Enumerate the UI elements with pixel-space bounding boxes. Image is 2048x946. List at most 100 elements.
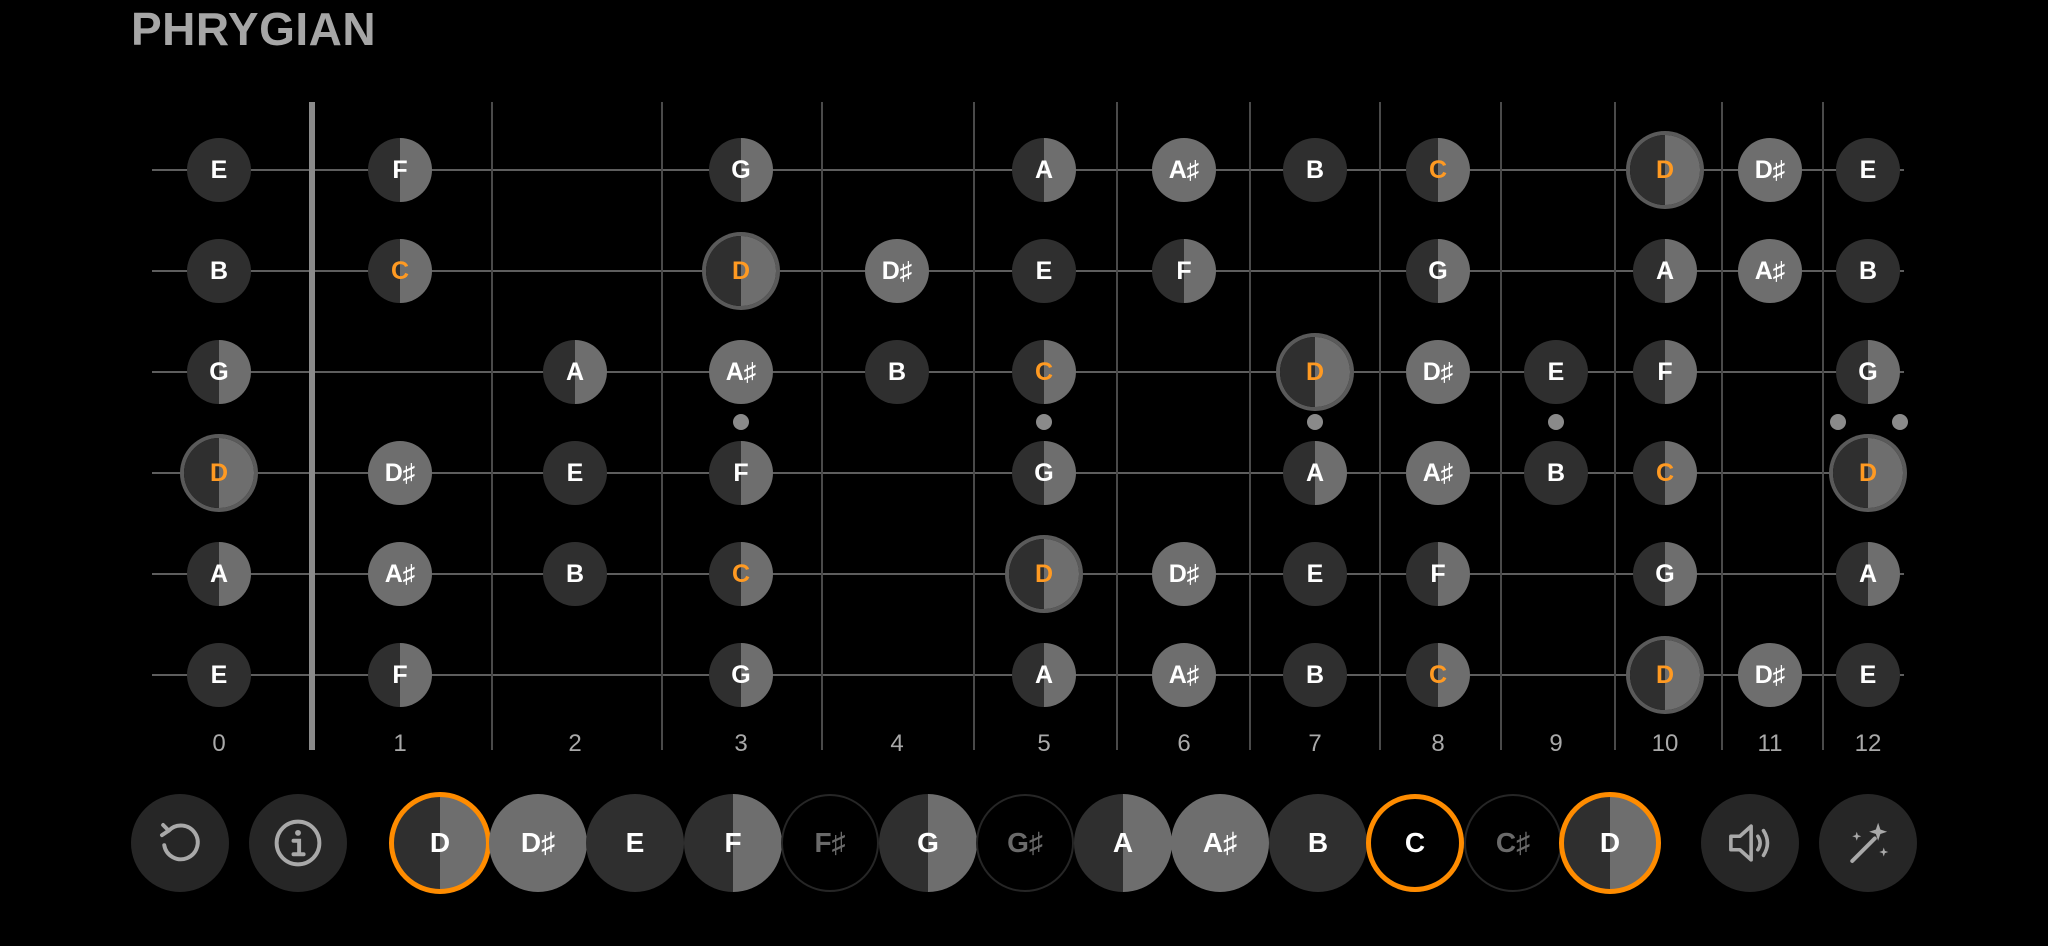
note-g-fret-9[interactable]: E: [1524, 340, 1588, 404]
note-g-fret-3[interactable]: A♯: [709, 340, 773, 404]
note-high-e-fret-11[interactable]: D♯: [1738, 138, 1802, 202]
fret-wire: [1822, 102, 1824, 750]
note-high-e-fret-7[interactable]: B: [1283, 138, 1347, 202]
note-low-e-fret-10[interactable]: D: [1630, 640, 1700, 710]
note-d-fret-1[interactable]: D♯: [368, 441, 432, 505]
note-label: E: [1859, 660, 1877, 689]
fret-wire: [1116, 102, 1118, 750]
note-low-e-fret-12[interactable]: E: [1836, 643, 1900, 707]
scale-note-button-6[interactable]: G♯: [976, 794, 1074, 892]
note-d-fret-7[interactable]: A: [1283, 441, 1347, 505]
magic-button[interactable]: [1819, 794, 1917, 892]
note-g-fret-4[interactable]: B: [865, 340, 929, 404]
note-high-e-fret-6[interactable]: A♯: [1152, 138, 1216, 202]
scale-note-button-11[interactable]: C♯: [1464, 794, 1562, 892]
note-label: E: [1035, 256, 1053, 285]
note-g-fret-10[interactable]: F: [1633, 340, 1697, 404]
fret-number: 11: [1757, 730, 1783, 757]
note-a-fret-5[interactable]: D: [1009, 539, 1079, 609]
scale-note-button-9[interactable]: B: [1269, 794, 1367, 892]
scale-note-label: C: [1404, 827, 1426, 858]
note-d-fret-12[interactable]: D: [1833, 438, 1903, 508]
note-a-fret-7[interactable]: E: [1283, 542, 1347, 606]
note-d-fret-9[interactable]: B: [1524, 441, 1588, 505]
fret-wire: [1721, 102, 1723, 750]
note-d-fret-8[interactable]: A♯: [1406, 441, 1470, 505]
note-a-fret-2[interactable]: B: [543, 542, 607, 606]
note-label: B: [1305, 155, 1325, 184]
note-g-fret-12[interactable]: G: [1836, 340, 1900, 404]
scale-note-button-3[interactable]: F: [684, 794, 782, 892]
note-b-fret-4[interactable]: D♯: [865, 239, 929, 303]
note-label: F: [733, 458, 749, 487]
note-b-fret-8[interactable]: G: [1406, 239, 1470, 303]
note-high-e-fret-10[interactable]: D: [1630, 135, 1700, 205]
note-b-fret-3[interactable]: D: [706, 236, 776, 306]
note-high-e-fret-8[interactable]: C: [1406, 138, 1470, 202]
note-a-fret-3[interactable]: C: [709, 542, 773, 606]
note-label: A: [1858, 559, 1878, 588]
scale-note-label: D♯: [520, 827, 556, 858]
note-d-fret-10[interactable]: C: [1633, 441, 1697, 505]
note-low-e-fret-7[interactable]: B: [1283, 643, 1347, 707]
note-label: C: [1034, 357, 1054, 386]
scale-note-button-5[interactable]: G: [879, 794, 977, 892]
note-d-fret-0[interactable]: D: [184, 438, 254, 508]
note-high-e-fret-3[interactable]: G: [709, 138, 773, 202]
note-g-fret-2[interactable]: A: [543, 340, 607, 404]
note-b-fret-11[interactable]: A♯: [1738, 239, 1802, 303]
note-b-fret-10[interactable]: A: [1633, 239, 1697, 303]
scale-note-button-4[interactable]: F♯: [781, 794, 879, 892]
note-label: C: [1655, 458, 1675, 487]
note-high-e-fret-1[interactable]: F: [368, 138, 432, 202]
note-b-fret-5[interactable]: E: [1012, 239, 1076, 303]
note-a-fret-6[interactable]: D♯: [1152, 542, 1216, 606]
note-a-fret-1[interactable]: A♯: [368, 542, 432, 606]
note-g-fret-8[interactable]: D♯: [1406, 340, 1470, 404]
note-g-fret-5[interactable]: C: [1012, 340, 1076, 404]
note-low-e-fret-3[interactable]: G: [709, 643, 773, 707]
note-d-fret-2[interactable]: E: [543, 441, 607, 505]
note-high-e-fret-0[interactable]: E: [187, 138, 251, 202]
fret-wire: [821, 102, 823, 750]
fret-wire: [661, 102, 663, 750]
note-label: E: [210, 660, 228, 689]
scale-note-button-10[interactable]: C: [1366, 794, 1464, 892]
reset-button[interactable]: [131, 794, 229, 892]
note-low-e-fret-1[interactable]: F: [368, 643, 432, 707]
note-a-fret-12[interactable]: A: [1836, 542, 1900, 606]
note-a-fret-0[interactable]: A: [187, 542, 251, 606]
scale-note-button-0[interactable]: D: [389, 792, 491, 894]
scale-note-button-1[interactable]: D♯: [489, 794, 587, 892]
note-b-fret-1[interactable]: C: [368, 239, 432, 303]
note-low-e-fret-11[interactable]: D♯: [1738, 643, 1802, 707]
scale-note-button-12[interactable]: D: [1559, 792, 1661, 894]
sound-button[interactable]: [1701, 794, 1799, 892]
note-a-fret-10[interactable]: G: [1633, 542, 1697, 606]
note-label: A♯: [384, 559, 416, 588]
scale-note-button-2[interactable]: E: [586, 794, 684, 892]
scale-note-button-8[interactable]: A♯: [1171, 794, 1269, 892]
note-b-fret-12[interactable]: B: [1836, 239, 1900, 303]
note-low-e-fret-5[interactable]: A: [1012, 643, 1076, 707]
fret-wire: [1249, 102, 1251, 750]
note-label: A♯: [1168, 155, 1200, 184]
fret-inlay-dot: [1307, 414, 1323, 430]
note-b-fret-6[interactable]: F: [1152, 239, 1216, 303]
note-g-fret-0[interactable]: G: [187, 340, 251, 404]
note-label: G: [1034, 458, 1054, 487]
note-g-fret-7[interactable]: D: [1280, 337, 1350, 407]
note-low-e-fret-0[interactable]: E: [187, 643, 251, 707]
info-button[interactable]: [249, 794, 347, 892]
note-b-fret-0[interactable]: B: [187, 239, 251, 303]
note-high-e-fret-12[interactable]: E: [1836, 138, 1900, 202]
note-low-e-fret-8[interactable]: C: [1406, 643, 1470, 707]
note-d-fret-5[interactable]: G: [1012, 441, 1076, 505]
note-a-fret-8[interactable]: F: [1406, 542, 1470, 606]
note-label: A♯: [1754, 256, 1786, 285]
note-high-e-fret-5[interactable]: A: [1012, 138, 1076, 202]
note-d-fret-3[interactable]: F: [709, 441, 773, 505]
scale-note-button-7[interactable]: A: [1074, 794, 1172, 892]
note-low-e-fret-6[interactable]: A♯: [1152, 643, 1216, 707]
fret-number: 7: [1308, 730, 1322, 757]
